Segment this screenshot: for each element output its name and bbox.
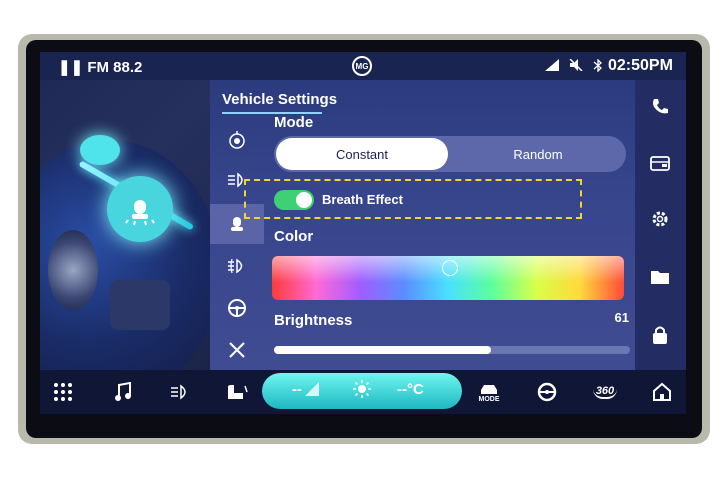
steering-wheel-icon: [228, 299, 246, 317]
ambient-bulb-icon: [107, 176, 173, 242]
fog-light-icon: [228, 258, 243, 274]
breath-effect-label: Breath Effect: [322, 192, 403, 207]
breath-effect-row: Breath Effect: [244, 176, 634, 222]
music-button[interactable]: [112, 378, 134, 406]
mute-icon: [569, 59, 583, 71]
nav-steering[interactable]: [210, 288, 264, 328]
signal-icon: [545, 59, 559, 71]
color-spectrum-picker[interactable]: [272, 256, 624, 300]
brightness-label: Brightness: [274, 312, 353, 329]
status-icons: [545, 59, 603, 72]
infotainment-screen: ❚❚ FM 88.2 MG 02:50PM Vehicle Settings M…: [40, 52, 686, 414]
mode-text: MODE: [478, 395, 500, 403]
pause-icon: ❚❚: [58, 59, 84, 76]
mode-option-constant[interactable]: Constant: [276, 138, 448, 170]
wallet-icon: [650, 156, 670, 171]
brightness-fill: [274, 346, 492, 354]
color-selector-handle[interactable]: [442, 260, 458, 276]
wheel-lamp-icon: [229, 131, 245, 149]
temperature-display[interactable]: --°C: [397, 381, 424, 398]
home-icon: [653, 382, 671, 401]
nav-wheel-lamp[interactable]: [210, 120, 264, 160]
shortcut-bar: [635, 80, 686, 370]
window-switch-graphic: [110, 280, 170, 330]
radio-station: FM 88.2: [87, 59, 143, 76]
drive-mode-button[interactable]: MODE: [476, 378, 502, 406]
panel-title: Vehicle Settings: [222, 91, 338, 108]
settings-button[interactable]: [645, 204, 675, 234]
bottom-dock: -- --°C MODE 360: [40, 370, 686, 414]
music-note-icon: [115, 382, 131, 401]
apps-grid-icon: [54, 383, 72, 401]
view-360-label: 360: [592, 385, 618, 399]
nav-tools[interactable]: [210, 330, 264, 370]
folder-icon: [651, 271, 669, 284]
toggle-knob: [296, 192, 312, 208]
brightness-slider[interactable]: [274, 346, 630, 354]
fan-level[interactable]: --: [292, 381, 319, 398]
settings-icon: [652, 211, 668, 227]
ambient-light-illustration: [40, 80, 210, 370]
radio-status[interactable]: ❚❚ FM 88.2: [58, 58, 142, 76]
steering-wheel-icon: [537, 382, 557, 402]
mode-segmented-control: Constant Random: [274, 136, 626, 172]
brand-logo: MG: [352, 56, 372, 76]
home-button[interactable]: [650, 378, 674, 406]
fan-bars-icon: [305, 382, 319, 396]
breath-effect-toggle[interactable]: [274, 190, 314, 210]
apps-grid-button[interactable]: [52, 378, 74, 406]
mode-option-random[interactable]: Random: [452, 136, 624, 172]
light-source-graphic: [80, 135, 120, 165]
vehicle-settings-panel: Vehicle Settings Mode Constant Random Br…: [210, 80, 635, 370]
wallet-button[interactable]: [645, 148, 675, 178]
seat-button[interactable]: [224, 378, 250, 406]
car-icon: [481, 384, 497, 394]
settings-nav: [210, 120, 264, 370]
color-label: Color: [274, 228, 314, 245]
nav-fog-light[interactable]: [210, 246, 264, 286]
bluetooth-icon: [593, 59, 602, 72]
mode-label: Mode: [274, 114, 314, 131]
brightness-value: 61: [614, 310, 629, 325]
lock-button[interactable]: [645, 320, 675, 350]
headlight-icon: [171, 384, 186, 400]
status-bar: ❚❚ FM 88.2 MG 02:50PM: [40, 52, 686, 80]
auto-climate-button[interactable]: [352, 379, 372, 404]
clock: 02:50PM: [608, 57, 673, 74]
sun-icon: [353, 380, 371, 398]
fan-level-text: --: [292, 381, 302, 398]
phone-icon: [653, 99, 668, 114]
view-360-button[interactable]: 360: [590, 378, 620, 406]
steering-heat-button[interactable]: [534, 378, 560, 406]
headlight-dock-button[interactable]: [168, 378, 192, 406]
climate-control[interactable]: -- --°C: [262, 373, 462, 409]
tools-icon: [229, 342, 245, 358]
ambient-light-settings: Mode Constant Random Breath Effect Color…: [244, 110, 635, 370]
folder-button[interactable]: [645, 262, 675, 292]
lock-icon: [653, 326, 667, 344]
speaker-graphic: [48, 230, 98, 310]
phone-button[interactable]: [645, 92, 675, 122]
seat-heat-icon: [228, 385, 248, 399]
